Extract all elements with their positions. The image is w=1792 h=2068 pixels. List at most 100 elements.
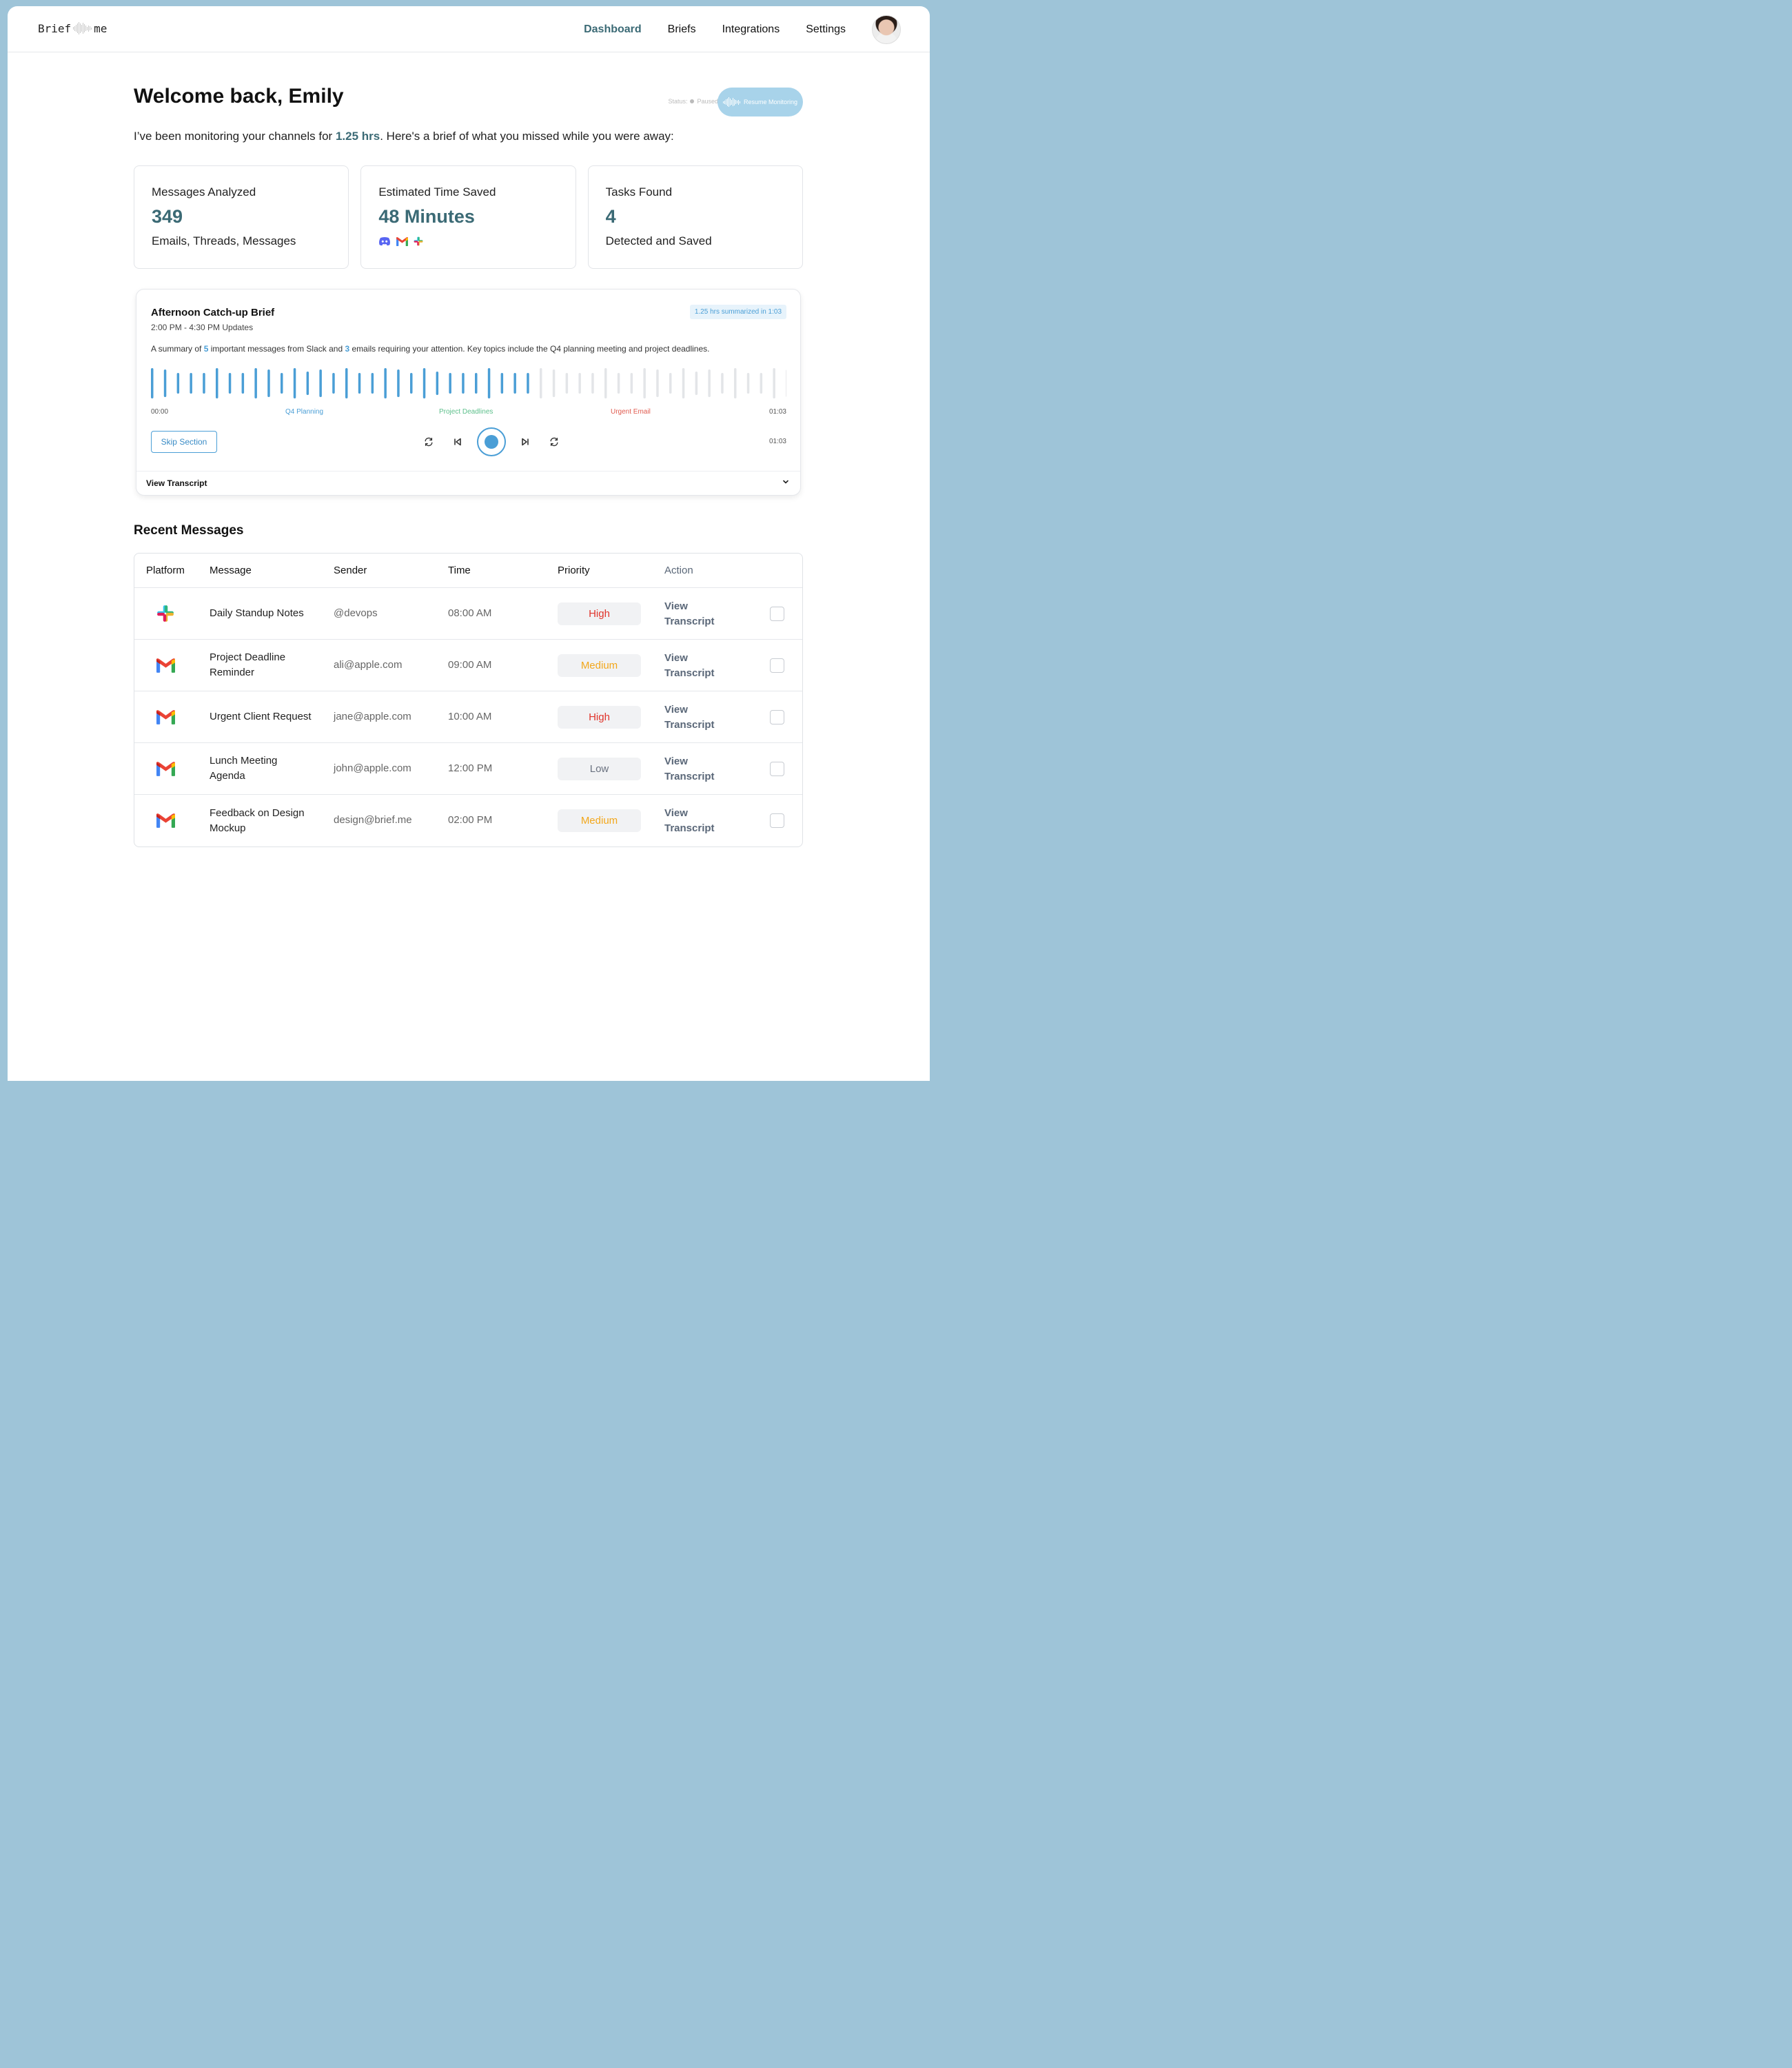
waveform-bar: [462, 373, 465, 394]
monitoring-status: Status: Paused: [668, 98, 718, 105]
column-header-message: Message: [210, 565, 252, 576]
user-avatar[interactable]: [872, 14, 901, 44]
view-transcript-link[interactable]: View Transcript: [664, 599, 726, 629]
stat-title: Messages Analyzed: [152, 185, 256, 199]
summary-text: emails requiring your attention. Key top…: [349, 344, 710, 354]
gmail-icon: [156, 762, 175, 776]
slack-icon: [414, 236, 423, 246]
stat-card-tasks: Tasks Found 4 Detected and Saved: [587, 165, 803, 269]
wave-bar: [73, 27, 74, 30]
recent-messages-table: Platform Message Sender Time Priority Ac…: [134, 553, 803, 847]
view-transcript-link[interactable]: View Transcript: [664, 754, 726, 784]
row-checkbox[interactable]: [770, 813, 784, 828]
table-row: Lunch Meeting Agenda john@apple.com 12:00 …: [134, 743, 802, 795]
timeline-marker-q4-planning[interactable]: Q4 Planning: [285, 408, 323, 416]
view-transcript-link[interactable]: View Transcript: [664, 702, 726, 733]
priority-badge: Low: [558, 758, 641, 780]
platform-cell: [156, 658, 175, 676]
wave-bar: [81, 25, 83, 32]
nav-item-briefs[interactable]: Briefs: [668, 23, 696, 36]
nav-item-dashboard[interactable]: Dashboard: [584, 23, 642, 36]
time: 12:00 PM: [448, 762, 493, 774]
waveform-bar: [475, 373, 478, 394]
repeat-icon: [550, 437, 558, 447]
priority-label: High: [589, 608, 610, 620]
replay-button[interactable]: [421, 434, 436, 449]
row-checkbox[interactable]: [770, 762, 784, 776]
stats-cards: Messages Analyzed 349 Emails, Threads, M…: [134, 165, 803, 269]
play-pause-button[interactable]: [477, 427, 506, 456]
wave-bar: [88, 25, 90, 32]
view-transcript-link[interactable]: View Transcript: [664, 651, 726, 681]
waveform-bar: [540, 368, 542, 398]
divider: [136, 471, 800, 472]
audio-waveform[interactable]: [151, 367, 786, 399]
view-transcript-toggle[interactable]: View Transcript: [146, 478, 207, 488]
wave-bar: [726, 98, 728, 106]
waveform-bar: [773, 368, 775, 398]
timeline-marker-project-deadlines[interactable]: Project Deadlines: [439, 408, 493, 416]
next-button[interactable]: [518, 434, 533, 449]
waveform-bar: [203, 373, 205, 394]
stat-value: 4: [605, 206, 616, 227]
wave-bar: [724, 100, 725, 104]
brand-logo[interactable]: Brief me: [38, 21, 107, 35]
waveform-bar: [591, 373, 594, 394]
waveform-bar: [617, 373, 620, 394]
waveform-bar: [449, 373, 451, 394]
waveform-bar: [319, 369, 322, 397]
platform-cell: [156, 813, 175, 831]
wave-bar: [84, 24, 85, 32]
nav-item-settings[interactable]: Settings: [806, 23, 846, 36]
waveform-bar: [190, 373, 192, 394]
summary-text: A summary of: [151, 344, 204, 354]
timeline-marker-urgent-email[interactable]: Urgent Email: [611, 408, 651, 416]
gmail-icon: [396, 236, 409, 246]
message-title: Lunch Meeting Agenda: [210, 755, 278, 782]
row-checkbox[interactable]: [770, 607, 784, 621]
row-checkbox[interactable]: [770, 710, 784, 724]
time: 09:00 AM: [448, 659, 492, 671]
waveform-bar: [669, 373, 672, 394]
view-transcript-link[interactable]: View Transcript: [664, 806, 726, 836]
time: 02:00 PM: [448, 814, 493, 826]
intro-text: I’ve been monitoring your channels for 1…: [134, 130, 674, 143]
previous-button[interactable]: [450, 434, 465, 449]
platform-cell: [156, 605, 174, 625]
waveform-bar: [358, 373, 361, 394]
skip-section-button[interactable]: Skip Section: [151, 431, 217, 453]
waveform-bar: [746, 373, 750, 394]
top-nav: Brief me Dashboard Briefs Integrations S…: [8, 6, 930, 52]
replay-icon: [425, 437, 433, 447]
wave-bar: [91, 27, 92, 30]
stat-value: 349: [152, 206, 183, 227]
table-row: Daily Standup Notes @devops 08:00 AM High Vi…: [134, 588, 802, 640]
row-checkbox[interactable]: [770, 658, 784, 673]
timeline-start: 00:00: [151, 408, 169, 416]
resume-button-label: Resume Monitoring: [743, 99, 798, 105]
stat-card-messages: Messages Analyzed 349 Emails, Threads, M…: [134, 165, 349, 269]
logo-text-right: me: [94, 21, 108, 35]
priority-badge: High: [558, 602, 641, 625]
waveform-bar: [151, 368, 154, 398]
waveform-bar: [176, 373, 180, 394]
message-title: Feedback on Design Mockup: [210, 807, 305, 834]
nav-item-integrations[interactable]: Integrations: [722, 23, 780, 36]
column-header-time: Time: [448, 565, 471, 576]
resume-monitoring-button[interactable]: Resume Monitoring: [717, 88, 803, 116]
waveform-bar: [527, 373, 529, 394]
chevron-down-icon[interactable]: [782, 478, 790, 486]
intro-after: . Here's a brief of what you missed whil…: [380, 130, 674, 143]
priority-label: High: [589, 711, 610, 723]
table-header: Platform Message Sender Time Priority Ac…: [134, 554, 802, 588]
wave-bar: [737, 99, 739, 105]
waveform-logo-icon: [73, 21, 92, 35]
waveform-bar: [695, 372, 698, 395]
playback-controls: [421, 427, 562, 456]
wave-bar: [733, 99, 735, 105]
message-title: Project Deadline Reminder: [210, 651, 286, 678]
wave-bar: [74, 26, 76, 31]
sender: john@apple.com: [334, 762, 411, 774]
loop-button[interactable]: [547, 434, 562, 449]
monitoring-duration: 1.25 hrs: [335, 130, 380, 143]
